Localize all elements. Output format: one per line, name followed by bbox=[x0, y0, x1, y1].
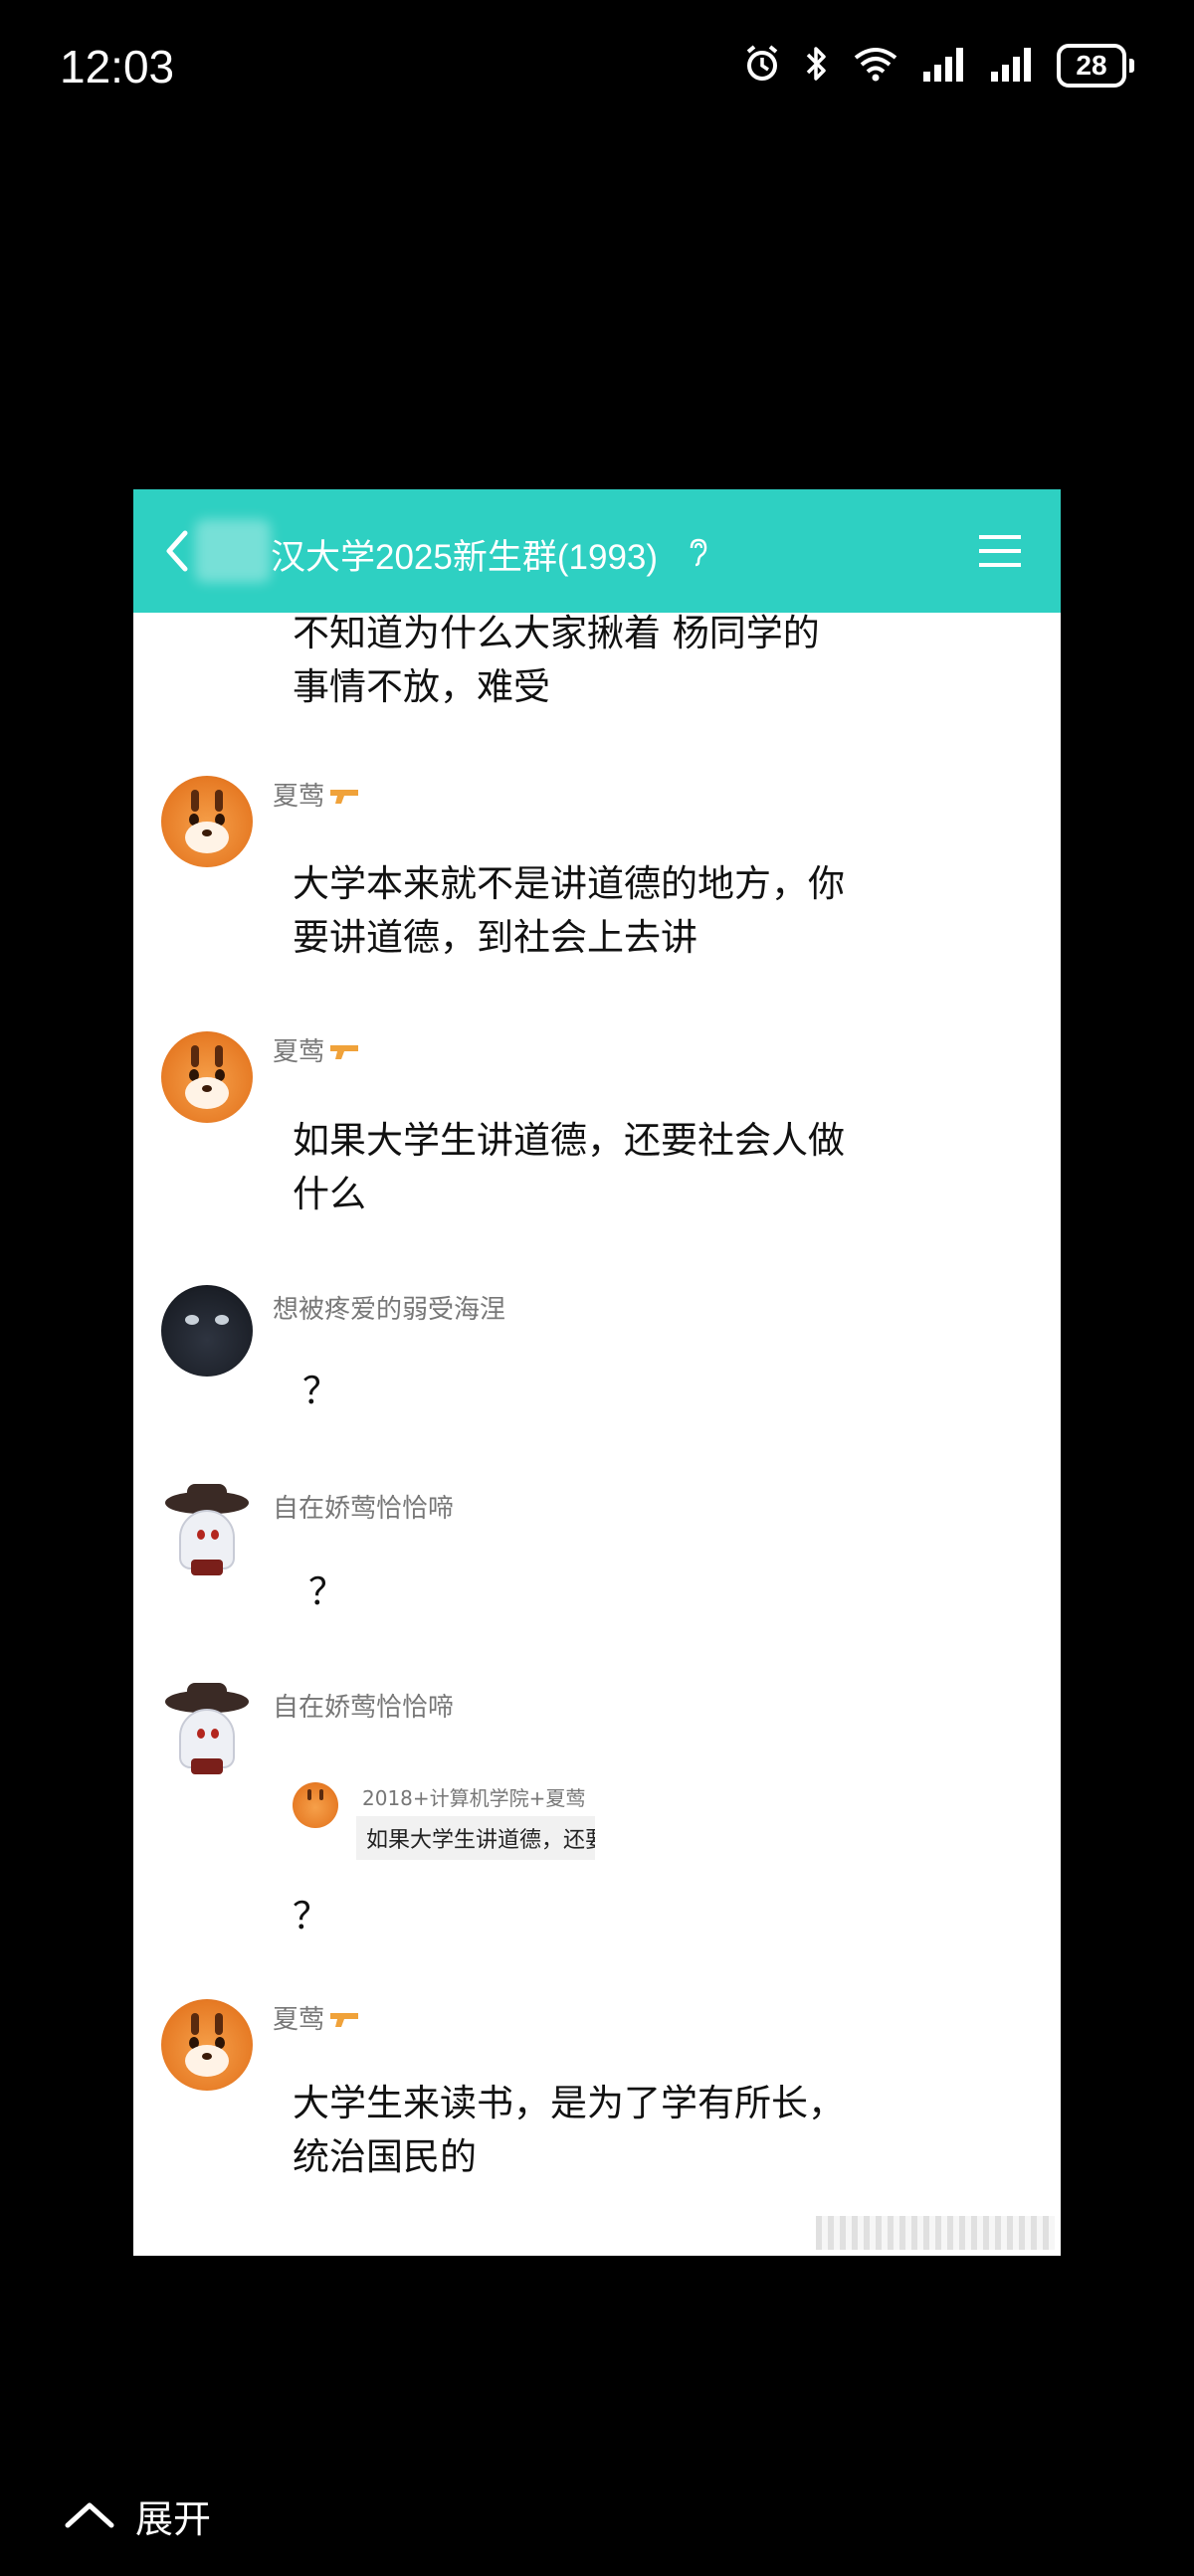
sender-label: 夏莺 bbox=[273, 2005, 325, 2035]
quote-text: 如果大学生讲道德，还要 bbox=[356, 1816, 595, 1860]
expand-label: 展开 bbox=[135, 2497, 212, 2541]
status-time: 12:03 bbox=[60, 41, 175, 92]
avatar[interactable] bbox=[161, 1285, 253, 1377]
sender-name[interactable]: 夏莺 bbox=[273, 1031, 360, 1068]
wifi-icon bbox=[852, 44, 899, 88]
message-line: 如果大学生讲道德，还要社会人做 bbox=[293, 1119, 845, 1162]
gun-emoji-icon bbox=[328, 1038, 360, 1068]
avatar[interactable] bbox=[161, 776, 253, 867]
message-line: 统治国民的 bbox=[293, 2135, 477, 2178]
group-title: 汉大学2025新生群(1993) bbox=[271, 538, 659, 577]
quoted-message[interactable]: 2018+计算机学院+夏莺 如果大学生讲道德，还要 bbox=[293, 1782, 710, 1882]
expand-button[interactable]: 展开 bbox=[64, 2488, 211, 2543]
sender-label: 夏莺 bbox=[273, 1037, 325, 1067]
gun-emoji-icon bbox=[328, 2006, 360, 2036]
message-text: 大学生来读书，是为了学有所长， 统治国民的 bbox=[293, 2077, 845, 2184]
message-line: ？ bbox=[302, 1370, 339, 1412]
battery-level: 28 bbox=[1057, 44, 1126, 88]
message-line: 什么 bbox=[293, 1173, 366, 1215]
status-icons: 28 bbox=[742, 44, 1134, 88]
message-text: 大学本来就不是讲道德的地方，你 要讲道德，到社会上去讲 bbox=[293, 857, 845, 965]
avatar[interactable] bbox=[161, 1031, 253, 1123]
avatar[interactable] bbox=[161, 1683, 253, 1774]
blurred-avatar bbox=[195, 519, 271, 583]
message-text: ？ bbox=[302, 1365, 339, 1418]
sender-name[interactable]: 夏莺 bbox=[273, 1999, 360, 2036]
message-line: 大学生来读书，是为了学有所长， bbox=[293, 2082, 845, 2124]
sender-label: 夏莺 bbox=[273, 782, 325, 812]
signal-icon bbox=[989, 44, 1035, 88]
quote-sender: 2018+计算机学院+夏莺 bbox=[362, 1786, 586, 1810]
message-text: 不知道为什么大家揪着 杨同学的 事情不放，难受 bbox=[293, 607, 820, 714]
chevron-up-icon bbox=[64, 2499, 115, 2533]
alarm-icon bbox=[742, 44, 782, 88]
status-bar: 12:03 28 bbox=[0, 0, 1194, 139]
message-line: 不知道为什么大家揪着 杨同学的 bbox=[293, 612, 820, 654]
sender-name[interactable]: 自在娇莺恰恰啼 bbox=[273, 1687, 454, 1724]
quote-avatar bbox=[293, 1782, 338, 1828]
sender-name[interactable]: 夏莺 bbox=[273, 776, 360, 813]
watermark bbox=[816, 2216, 1055, 2250]
battery-icon: 28 bbox=[1057, 44, 1134, 88]
signal-icon bbox=[921, 44, 967, 88]
sender-name[interactable]: 想被疼爱的弱受海涅 bbox=[273, 1289, 505, 1326]
ear-icon bbox=[687, 537, 708, 571]
menu-icon[interactable] bbox=[979, 533, 1021, 573]
message-text: ？ bbox=[293, 1890, 329, 1943]
sender-name[interactable]: 自在娇莺恰恰啼 bbox=[273, 1488, 454, 1525]
message-text: ？ bbox=[308, 1565, 345, 1619]
message-line: ？ bbox=[308, 1570, 345, 1613]
message-line: 大学本来就不是讲道德的地方，你 bbox=[293, 862, 845, 905]
chat-header: 汉大学2025新生群(1993) bbox=[133, 489, 1061, 613]
avatar[interactable] bbox=[161, 1484, 253, 1575]
message-line: ？ bbox=[293, 1895, 329, 1937]
message-line: 要讲道德，到社会上去讲 bbox=[293, 916, 697, 959]
chat-screenshot: 汉大学2025新生群(1993) 不知道为什么大家揪着 杨同学的 事情不放，难受… bbox=[133, 489, 1061, 2256]
message-text: 如果大学生讲道德，还要社会人做 什么 bbox=[293, 1114, 845, 1221]
gun-emoji-icon bbox=[328, 783, 360, 813]
message-line: 事情不放，难受 bbox=[293, 665, 550, 708]
avatar[interactable] bbox=[161, 1999, 253, 2091]
bluetooth-icon bbox=[804, 44, 830, 88]
back-icon[interactable] bbox=[161, 527, 191, 579]
